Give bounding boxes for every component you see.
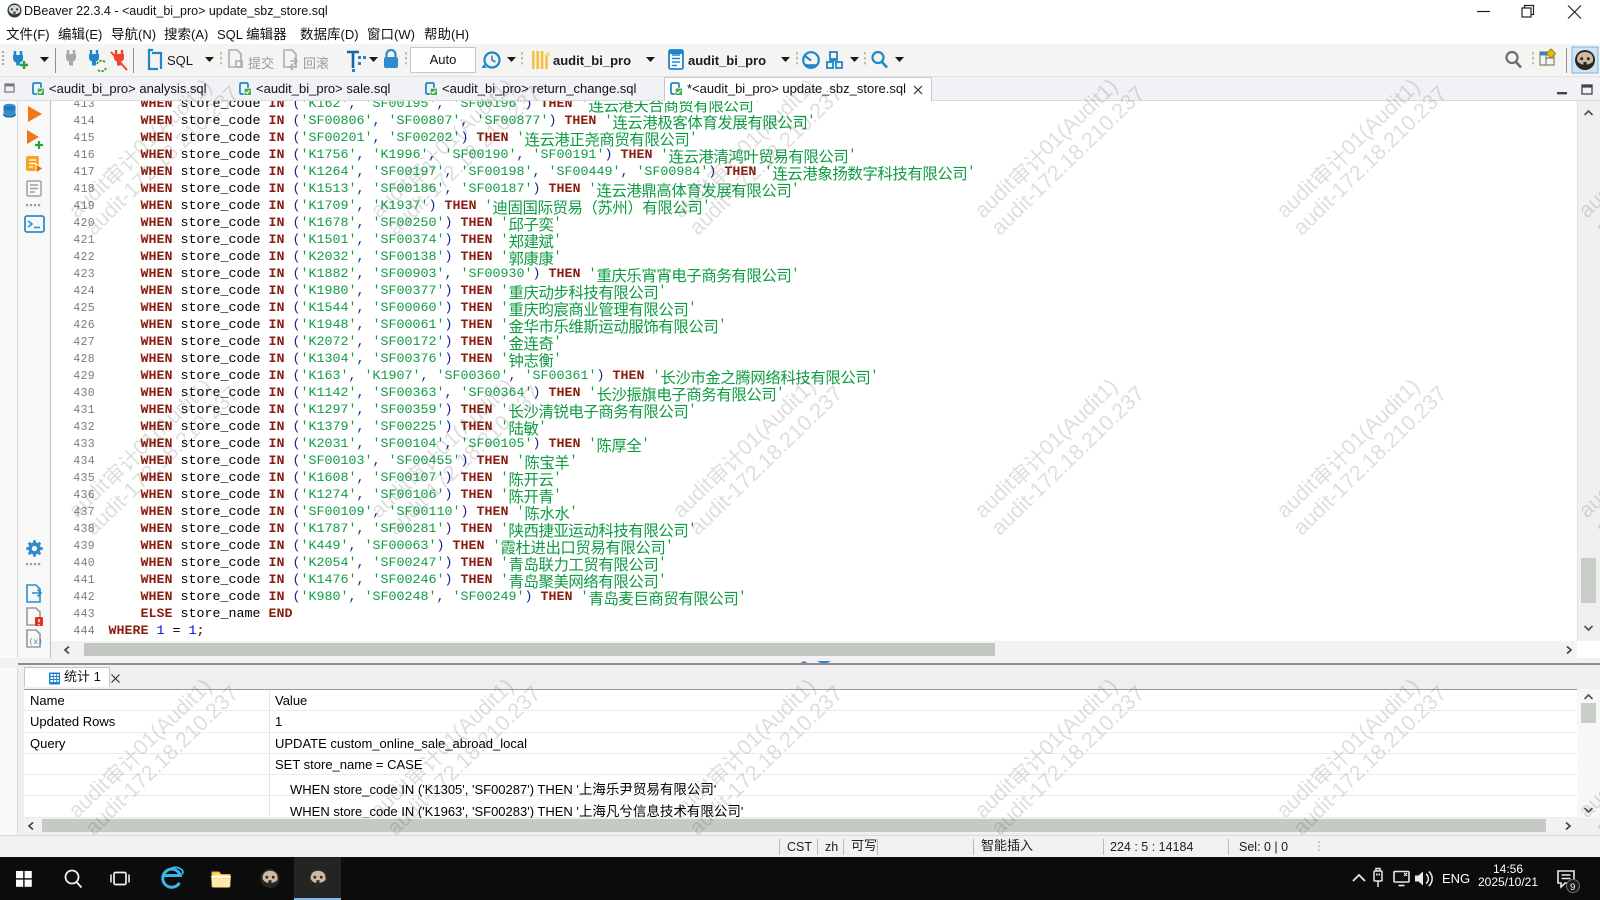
svg-text:(x): (x) [29,637,43,646]
svg-text:9: 9 [1570,882,1575,893]
svg-text:ENG: ENG [1442,871,1470,886]
